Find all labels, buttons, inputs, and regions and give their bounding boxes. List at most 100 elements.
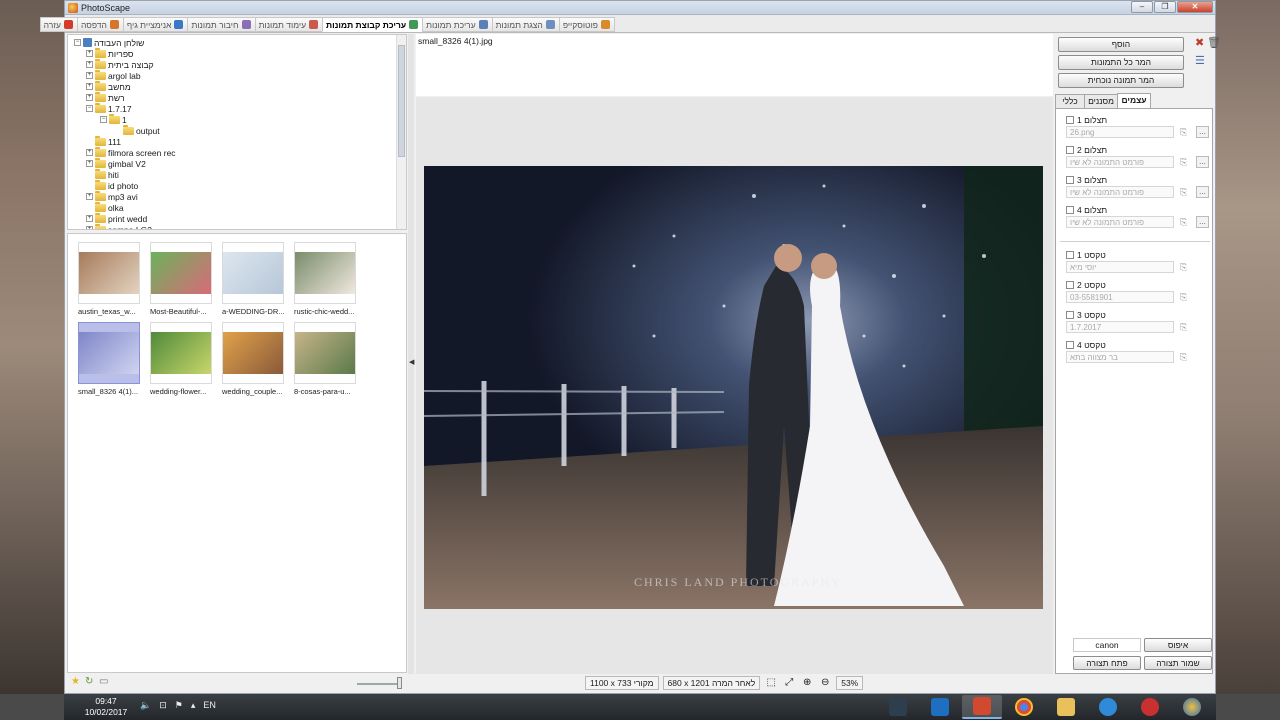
taskbar-chrome[interactable] [1004,695,1044,719]
taskbar-outlook[interactable] [920,695,960,719]
expand-icon[interactable]: + [86,61,93,68]
tree-item[interactable]: − 1.7.17 [86,102,132,114]
browse-button[interactable]: ... [1196,186,1209,198]
minimize-button[interactable]: – [1131,1,1153,13]
texts-checkbox[interactable] [1066,311,1074,319]
refresh-icon[interactable]: ↻ [85,677,95,687]
tree-item[interactable]: output [114,124,160,136]
properties-icon[interactable]: ⎘ [1180,352,1190,362]
preset-name-field[interactable]: canon [1073,638,1141,652]
collapse-icon[interactable]: − [74,39,81,46]
images-value-field[interactable]: 26.png [1066,126,1174,138]
properties-icon[interactable]: ⎘ [1180,157,1190,167]
tab-3[interactable]: עריכת קבוצת תמונות [322,17,424,32]
remove-icon[interactable]: ✖ [1195,38,1204,49]
texts-value-field[interactable]: 1.7.2017 [1066,321,1174,333]
save-preset-button[interactable]: שמור תצורה [1144,656,1212,670]
expand-icon[interactable]: + [86,193,93,200]
images-value-field[interactable]: פורמט התמונה לא שיו [1066,216,1174,228]
texts-checkbox[interactable] [1066,281,1074,289]
language-indicator[interactable]: EN [203,700,216,711]
tab-2[interactable]: עריכת תמונות [422,17,493,32]
fullscreen-icon[interactable]: ⤢ [782,676,796,690]
zoom-in-icon[interactable]: ⊕ [800,676,814,690]
properties-icon[interactable]: ⎘ [1180,217,1190,227]
expand-icon[interactable]: − [100,116,107,123]
system-clock[interactable]: 09:47 10/02/2017 [84,696,128,718]
properties-icon[interactable]: ⎘ [1180,292,1190,302]
reset-button[interactable]: איפוס [1144,638,1212,652]
tree-item[interactable]: hiti [86,168,119,180]
folder-tree[interactable]: − שולחן העבודה + ספריות + קבוצה ביתית + argol… [67,34,407,230]
convert-current-button[interactable]: המר תמונה נוכחית [1058,73,1184,88]
texts-checkbox[interactable] [1066,341,1074,349]
network-icon[interactable]: ⊡ [159,700,167,711]
fit-icon[interactable]: ⬚ [764,676,778,690]
tab-1[interactable]: הצגת תמונות [491,17,560,32]
expand-icon[interactable]: + [86,50,93,57]
tab-7[interactable]: הדפסה [76,17,124,32]
images-value-field[interactable]: פורמט התמונה לא שיו [1066,156,1174,168]
star-icon[interactable]: ★ [71,677,81,687]
volume-icon[interactable]: 🔈 [140,700,151,711]
expand-icon[interactable]: + [86,160,93,167]
tree-item[interactable]: + mp3 avi [86,190,138,202]
tab-4[interactable]: עימוד תמונות [254,17,324,32]
tree-item[interactable]: + ספריות [86,47,134,59]
tree-item[interactable]: + קבוצה ביתית [86,58,154,70]
tree-item[interactable]: + sampo LG2 [86,223,152,229]
texts-value-field[interactable]: בר מצווה בתא [1066,351,1174,363]
list-icon[interactable]: ☰ [1195,56,1205,67]
taskbar-app-7[interactable] [1130,695,1170,719]
flag-icon[interactable]: ⚑ [175,700,183,711]
tree-item[interactable]: + print wedd [86,212,147,224]
expand-icon[interactable]: + [86,226,93,229]
taskbar-ie[interactable] [1088,695,1128,719]
tab-5[interactable]: חיבור תמונות [187,17,256,32]
taskbar-app-8[interactable] [1172,695,1212,719]
images-checkbox[interactable] [1066,206,1074,214]
tree-item[interactable]: −1 [100,113,127,125]
taskbar-photoscape[interactable] [962,695,1002,719]
close-button[interactable]: ✕ [1177,1,1213,13]
tree-root[interactable]: − שולחן העבודה [74,37,144,48]
thumbnail-size-slider[interactable] [357,683,399,685]
thumbnail-item[interactable]: wedding-flower... [150,322,212,396]
tree-item[interactable]: + gimbal V2 [86,157,146,169]
taskbar-explorer[interactable] [1046,695,1086,719]
thumbnail-item[interactable]: a-WEDDING-DR... [222,242,285,316]
properties-icon[interactable]: ⎘ [1180,187,1190,197]
add-button[interactable]: הוסף [1058,37,1184,52]
tree-item[interactable]: 111 [86,135,121,147]
thumbnail-item[interactable]: small_8326 4(1)... [78,322,140,396]
thumbnail-item[interactable]: Most-Beautiful-... [150,242,212,316]
tree-item[interactable]: + מחשב [86,80,131,92]
expand-icon[interactable]: + [86,149,93,156]
images-value-field[interactable]: פורמט התמונה לא שיו [1066,186,1174,198]
tree-item[interactable]: + רשת [86,91,125,103]
images-checkbox[interactable] [1066,176,1074,184]
expand-icon[interactable]: − [86,105,93,112]
expand-icon[interactable]: + [86,72,93,79]
expand-icon[interactable]: + [86,94,93,101]
thumbnail-item[interactable]: rustic-chic-wedd... [294,242,356,316]
properties-icon[interactable]: ⎘ [1180,127,1190,137]
thumbnail-item[interactable]: 8-cosas-para-u... [294,322,356,396]
tree-item[interactable]: + argol lab [86,69,141,81]
thumbnail-item[interactable]: wedding_couple... [222,322,284,396]
tree-item[interactable]: olka [86,201,124,213]
tree-scrollbar[interactable] [396,35,406,229]
expand-icon[interactable]: + [86,215,93,222]
maximize-button[interactable]: ❐ [1154,1,1176,13]
title-bar[interactable]: PhotoScape – ❐ ✕ [65,1,1215,15]
tab-6[interactable]: אנימציית גיף [122,17,189,32]
texts-checkbox[interactable] [1066,251,1074,259]
convert-all-button[interactable]: המר כל התמונות [1058,55,1184,70]
tab-8[interactable]: עזרה [39,17,78,32]
properties-icon[interactable]: ⎘ [1180,262,1190,272]
tray-expand-icon[interactable]: ▴ [191,700,196,711]
browse-button[interactable]: ... [1196,126,1209,138]
tab-filters[interactable]: מסננים [1084,94,1118,108]
zoom-out-icon[interactable]: ⊖ [818,676,832,690]
tab-0[interactable]: פוטוסקייפ [558,17,615,32]
